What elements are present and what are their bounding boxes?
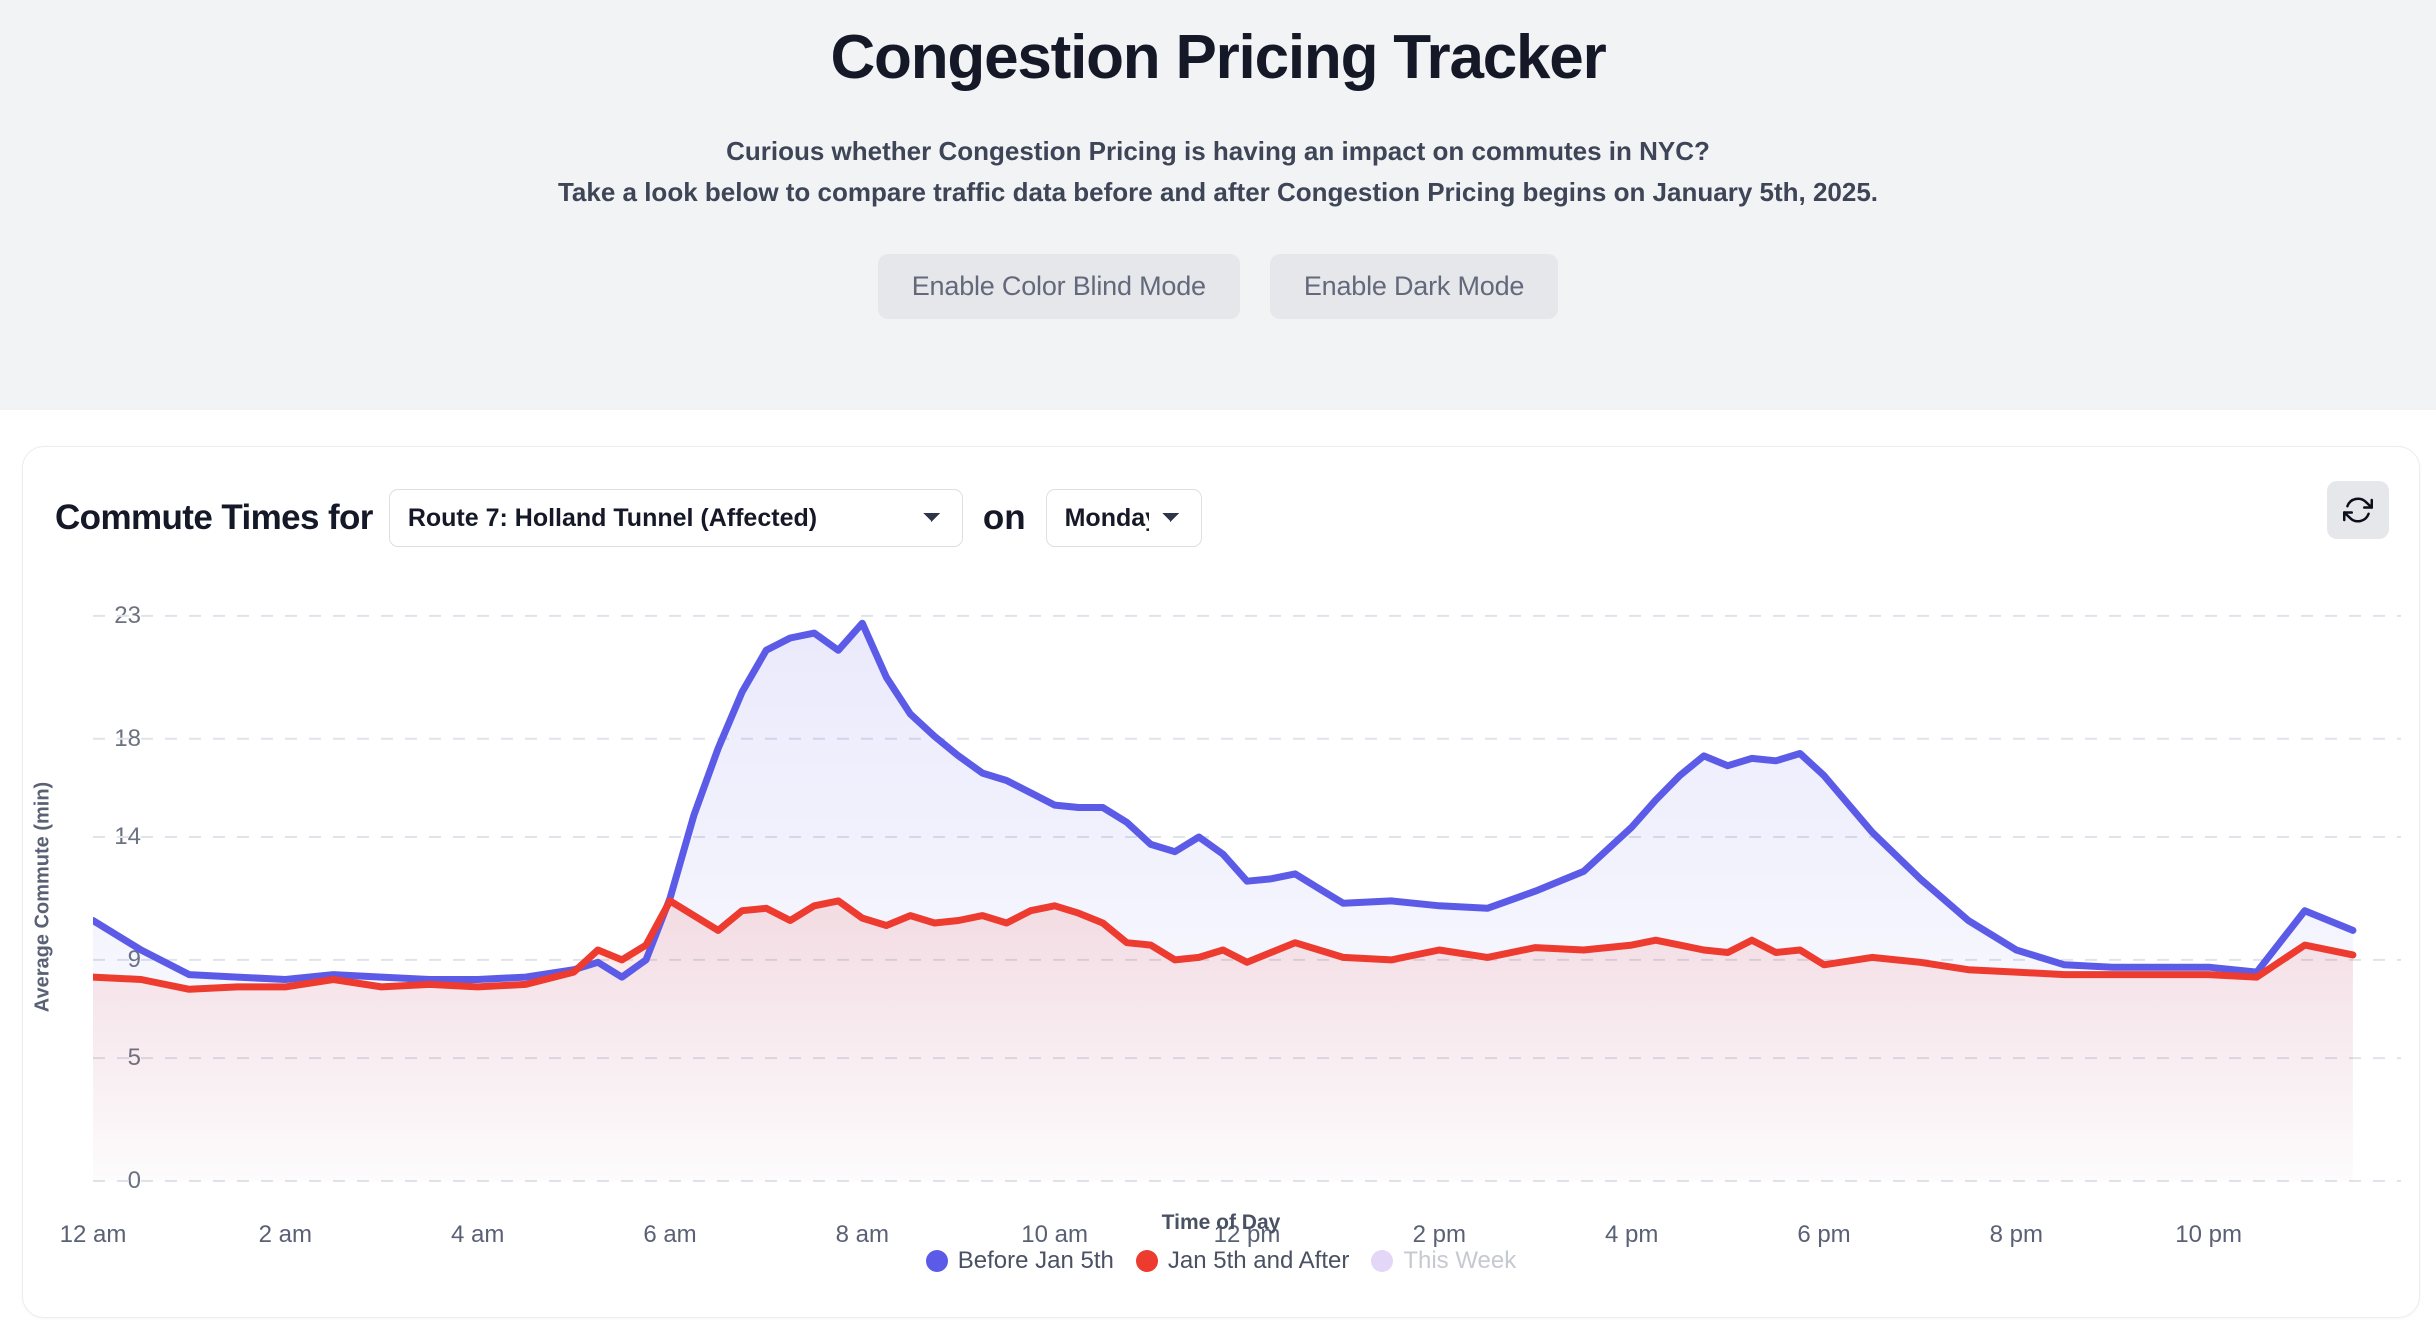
legend-label: Jan 5th and After <box>1167 1247 1350 1274</box>
chart-card: Commute Times for Route 7: Holland Tunne… <box>22 446 2420 1318</box>
chart-legend: Time of Day Before Jan 5th Jan 5th and Af… <box>23 1211 2419 1275</box>
page-subtitle: Curious whether Congestion Pricing is ha… <box>0 131 2436 212</box>
legend-label: This Week <box>1403 1247 1517 1274</box>
refresh-icon <box>2343 497 2373 523</box>
series-areas <box>93 623 2353 1181</box>
legend-item[interactable]: This Week <box>1371 1247 1516 1275</box>
refresh-button[interactable] <box>2327 481 2389 539</box>
legend-item[interactable]: Before Jan 5th <box>925 1247 1114 1275</box>
enable-dark-mode-button[interactable]: Enable Dark Mode <box>1269 253 1559 319</box>
app-root: Congestion Pricing Tracker Curious wheth… <box>0 0 2436 1340</box>
day-select[interactable]: Mondays <box>1045 489 1202 547</box>
enable-color-blind-mode-button[interactable]: Enable Color Blind Mode <box>877 253 1240 319</box>
commute-times-label: Commute Times for <box>55 498 373 537</box>
mode-button-row: Enable Color Blind Mode Enable Dark Mode <box>0 253 2436 319</box>
subtitle-line-2: Take a look below to compare traffic dat… <box>557 176 1879 207</box>
subtitle-line-1: Curious whether Congestion Pricing is ha… <box>726 136 1710 167</box>
legend-color-dot <box>1371 1250 1394 1272</box>
chart-area: Average Commute (min) 059141823 <box>23 561 2419 1261</box>
legend-label: Before Jan 5th <box>957 1247 1114 1274</box>
page-header: Congestion Pricing Tracker Curious wheth… <box>0 0 2436 410</box>
route-select[interactable]: Route 7: Holland Tunnel (Affected) <box>388 489 963 547</box>
on-label: on <box>982 498 1026 537</box>
legend-items: Before Jan 5th Jan 5th and After This Week <box>23 1247 2419 1275</box>
plot-region <box>93 561 2401 1261</box>
legend-color-dot <box>925 1250 948 1272</box>
legend-color-dot <box>1135 1250 1158 1272</box>
page-title: Congestion Pricing Tracker <box>830 23 1606 92</box>
x-axis-title: Time of Day <box>1161 1211 1281 1234</box>
chart-controls: Commute Times for Route 7: Holland Tunne… <box>23 447 2419 547</box>
legend-item[interactable]: Jan 5th and After <box>1135 1247 1350 1275</box>
chart-svg <box>93 614 2401 1182</box>
